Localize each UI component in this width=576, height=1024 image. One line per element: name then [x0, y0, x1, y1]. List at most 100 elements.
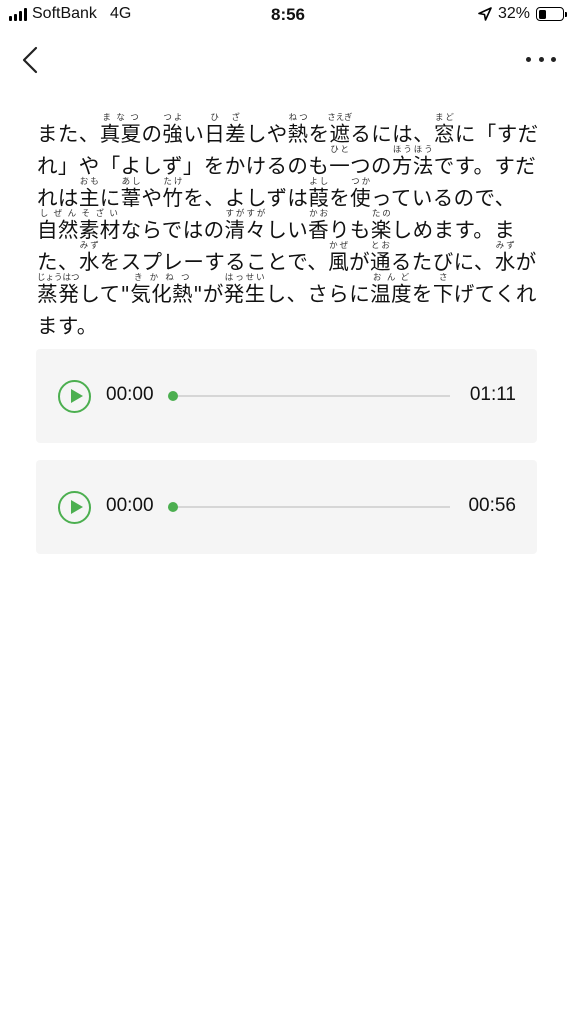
- chevron-left-icon: [22, 46, 38, 74]
- progress-thumb[interactable]: [168, 502, 178, 512]
- ruby-reading: あし: [120, 177, 142, 187]
- more-dot: [538, 56, 544, 62]
- text-run: に: [99, 186, 121, 210]
- status-bar: SoftBank 4G 8:56 32%: [0, 0, 576, 30]
- status-right: 32%: [478, 5, 567, 23]
- ruby-word: 使つか: [350, 177, 372, 210]
- ruby-word: 清々すがすが: [224, 209, 267, 242]
- text-run: "が: [193, 282, 224, 306]
- nav-bar: [0, 30, 576, 90]
- text-run: をスプレーすることで、: [99, 250, 329, 274]
- ruby-reading: さえぎ: [327, 113, 353, 123]
- ruby-reading: まなつ: [99, 113, 142, 123]
- ruby-word: 水みず: [494, 241, 516, 274]
- ruby-word: 蒸発じょうはつ: [37, 273, 80, 306]
- ruby-word: 葦あし: [120, 177, 142, 210]
- text-run: が: [349, 250, 370, 274]
- text-run: が: [515, 250, 537, 274]
- ruby-word: 葭よし: [308, 177, 330, 210]
- ruby-reading: よし: [308, 177, 330, 187]
- ruby-reading: かお: [308, 209, 330, 219]
- ruby-base: 下: [432, 282, 454, 306]
- back-button[interactable]: [14, 40, 50, 80]
- ruby-word: 遮さえぎ: [327, 113, 353, 146]
- ruby-base: 使: [350, 186, 372, 210]
- ruby-base: 清々: [224, 218, 267, 242]
- text-run: ならではの: [120, 218, 225, 242]
- ruby-word: 気化熱きかねつ: [130, 273, 193, 306]
- text-run: し、さらに: [265, 282, 371, 306]
- text-run: っているので、: [371, 186, 516, 210]
- text-run: い: [183, 122, 205, 146]
- ruby-base: 竹: [162, 186, 184, 210]
- ruby-base: 真夏: [99, 122, 142, 146]
- text-run: を: [411, 282, 433, 306]
- ruby-base: 水: [78, 250, 100, 274]
- ruby-base: 発生: [223, 282, 266, 306]
- ruby-word: 風かぜ: [328, 241, 349, 274]
- ruby-word: 発生はっせい: [223, 273, 266, 306]
- ruby-reading: おんど: [370, 273, 412, 283]
- ruby-reading: しぜんそざい: [37, 209, 121, 219]
- ruby-reading: ひと: [329, 145, 351, 155]
- ruby-reading: まど: [433, 113, 455, 123]
- text-run: しい: [266, 218, 309, 242]
- ruby-reading: はっせい: [223, 273, 266, 283]
- ruby-base: 一: [329, 154, 351, 178]
- text-run: を: [329, 186, 351, 210]
- progress-track[interactable]: [168, 391, 450, 401]
- ruby-base: 熱: [287, 122, 309, 146]
- text-run: しや: [246, 122, 288, 146]
- ruby-base: 自然素材: [37, 218, 121, 242]
- more-dot: [551, 56, 556, 62]
- battery-level: [538, 9, 546, 19]
- text-run: また、: [37, 122, 100, 146]
- more-options-button[interactable]: [526, 52, 556, 66]
- ruby-word: 日差ひざ: [204, 113, 247, 146]
- ruby-word: 自然素材しぜんそざい: [37, 209, 121, 242]
- progress-thumb[interactable]: [168, 391, 178, 401]
- ruby-base: 葦: [120, 186, 142, 210]
- audio-player: 00:00 00:56: [36, 460, 537, 554]
- ruby-word: 一ひと: [329, 145, 351, 178]
- ruby-word: 温度おんど: [370, 273, 412, 306]
- total-duration: 00:56: [468, 495, 516, 516]
- ruby-base: 葭: [308, 186, 330, 210]
- ruby-base: 方法: [391, 154, 434, 178]
- ruby-word: 強つよ: [162, 113, 183, 146]
- ruby-word: 窓まど: [433, 113, 455, 146]
- progress-track[interactable]: [168, 502, 450, 512]
- play-button[interactable]: [58, 491, 91, 524]
- ruby-reading: つか: [350, 177, 372, 187]
- text-run: りも: [329, 218, 371, 242]
- text-run: つの: [350, 154, 392, 178]
- ruby-base: 遮: [327, 122, 353, 146]
- play-button[interactable]: [58, 380, 91, 413]
- ruby-word: 楽たの: [370, 209, 392, 242]
- ruby-reading: みず: [78, 241, 100, 251]
- ruby-reading: とお: [370, 241, 391, 251]
- ruby-reading: みず: [494, 241, 516, 251]
- ruby-reading: ひざ: [204, 113, 247, 123]
- ruby-base: 水: [494, 250, 516, 274]
- total-duration: 01:11: [469, 384, 516, 405]
- ruby-base: 楽: [370, 218, 392, 242]
- current-time: 00:00: [106, 384, 154, 405]
- ruby-base: 日差: [204, 122, 247, 146]
- ruby-word: 通とお: [370, 241, 391, 274]
- ruby-base: 窓: [433, 122, 455, 146]
- ruby-word: 竹たけ: [162, 177, 184, 210]
- ruby-reading: たの: [370, 209, 392, 219]
- ruby-reading: ねつ: [287, 113, 309, 123]
- battery-icon: [536, 7, 567, 21]
- ruby-reading: たけ: [162, 177, 184, 187]
- text-run: して": [79, 282, 131, 306]
- ruby-base: 蒸発: [37, 282, 80, 306]
- ruby-word: 香かお: [308, 209, 329, 242]
- ruby-reading: きかねつ: [130, 273, 194, 283]
- ruby-reading: すがすが: [224, 209, 267, 219]
- ruby-base: 主: [78, 186, 100, 210]
- text-run: や: [141, 186, 163, 210]
- more-dot: [526, 56, 531, 62]
- text-run: るには、: [350, 122, 434, 146]
